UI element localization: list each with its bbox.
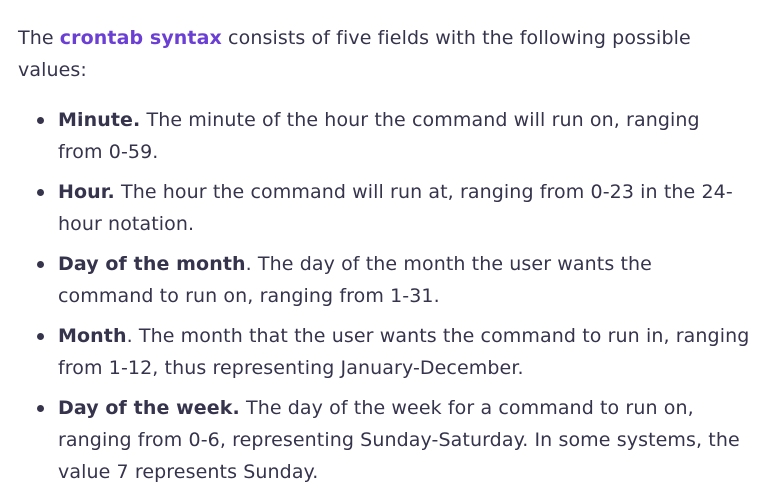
field-description: The minute of the hour the command will … [58, 109, 700, 163]
bullet-icon [37, 189, 44, 196]
bullet-icon [37, 261, 44, 268]
field-term: Day of the month [58, 253, 246, 275]
intro-text-before: The [18, 27, 60, 49]
crontab-fields-list: Minute. The minute of the hour the comma… [18, 104, 750, 488]
bullet-icon [37, 405, 44, 412]
list-item-minute: Minute. The minute of the hour the comma… [37, 104, 750, 168]
list-item-day-of-month: Day of the month. The day of the month t… [37, 248, 750, 312]
field-term: Minute. [58, 109, 141, 131]
field-description: . The month that the user wants the comm… [58, 325, 750, 379]
field-description: The hour the command will run at, rangin… [58, 181, 733, 235]
article-content: The crontab syntax consists of five fiel… [0, 0, 762, 488]
bullet-icon [37, 117, 44, 124]
field-term: Hour. [58, 181, 115, 203]
intro-paragraph: The crontab syntax consists of five fiel… [18, 22, 750, 86]
list-item-month: Month. The month that the user wants the… [37, 320, 750, 384]
bullet-icon [37, 333, 44, 340]
list-item-hour: Hour. The hour the command will run at, … [37, 176, 750, 240]
crontab-syntax-link[interactable]: crontab syntax [60, 27, 222, 49]
field-term: Month [58, 325, 127, 347]
field-term: Day of the week. [58, 397, 240, 419]
list-item-day-of-week: Day of the week. The day of the week for… [37, 392, 750, 488]
